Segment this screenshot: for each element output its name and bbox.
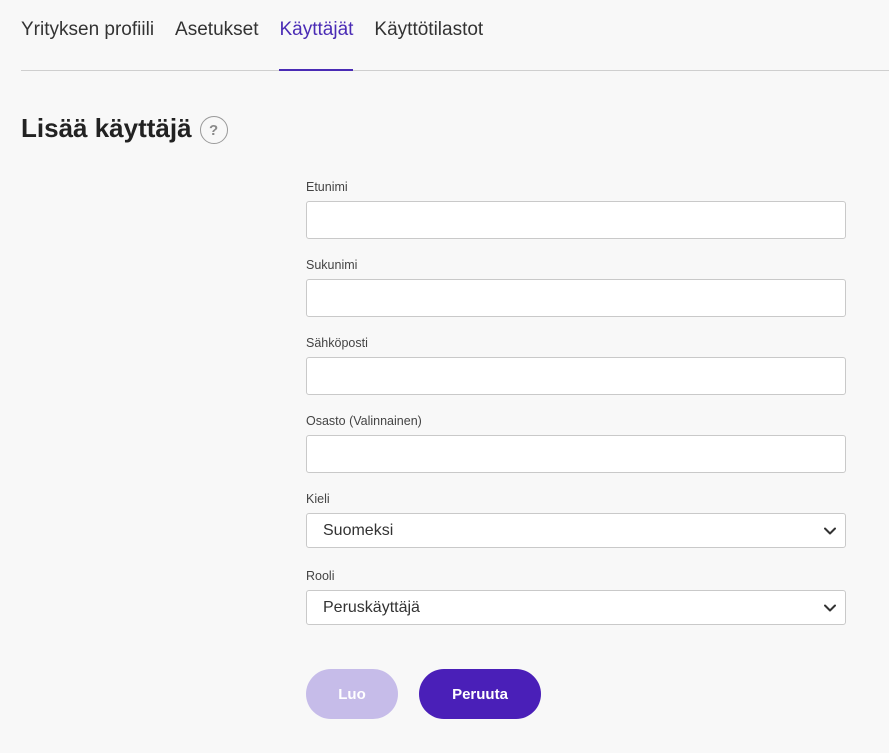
- department-group: Osasto (Valinnainen): [306, 414, 846, 473]
- department-label: Osasto (Valinnainen): [306, 414, 422, 428]
- department-input[interactable]: [306, 435, 846, 473]
- email-group: Sähköposti: [306, 336, 846, 395]
- language-group: Kieli Suomeksi: [306, 492, 846, 548]
- tab-company-profile[interactable]: Yrityksen profiili: [21, 0, 154, 51]
- email-label: Sähköposti: [306, 336, 368, 350]
- last-name-group: Sukunimi: [306, 258, 846, 317]
- cancel-button[interactable]: Peruuta: [419, 669, 541, 719]
- email-input[interactable]: [306, 357, 846, 395]
- page-header: Lisää käyttäjä ?: [21, 112, 228, 144]
- tab-settings[interactable]: Asetukset: [175, 0, 258, 51]
- role-label: Rooli: [306, 569, 335, 583]
- first-name-group: Etunimi: [306, 180, 846, 239]
- tab-bar: Yrityksen profiili Asetukset Käyttäjät K…: [21, 0, 889, 71]
- role-select[interactable]: Peruskäyttäjä: [306, 590, 846, 625]
- chevron-down-icon: [823, 524, 837, 538]
- first-name-label: Etunimi: [306, 180, 348, 194]
- tab-users[interactable]: Käyttäjät: [279, 0, 353, 71]
- language-select[interactable]: Suomeksi: [306, 513, 846, 548]
- language-label: Kieli: [306, 492, 330, 506]
- last-name-input[interactable]: [306, 279, 846, 317]
- create-button[interactable]: Luo: [306, 669, 398, 719]
- first-name-input[interactable]: [306, 201, 846, 239]
- help-circle-icon[interactable]: ?: [199, 116, 228, 144]
- role-group: Rooli Peruskäyttäjä: [306, 569, 846, 625]
- chevron-down-icon: [823, 601, 837, 615]
- form-actions: Luo Peruuta: [306, 669, 541, 719]
- add-user-form: Etunimi Sukunimi Sähköposti Osasto (Vali…: [306, 180, 846, 646]
- tab-usage-statistics[interactable]: Käyttötilastot: [374, 0, 483, 51]
- page-title: Lisää käyttäjä: [21, 112, 192, 143]
- role-select-value: Peruskäyttäjä: [323, 598, 420, 616]
- last-name-label: Sukunimi: [306, 258, 358, 272]
- language-select-value: Suomeksi: [323, 521, 394, 539]
